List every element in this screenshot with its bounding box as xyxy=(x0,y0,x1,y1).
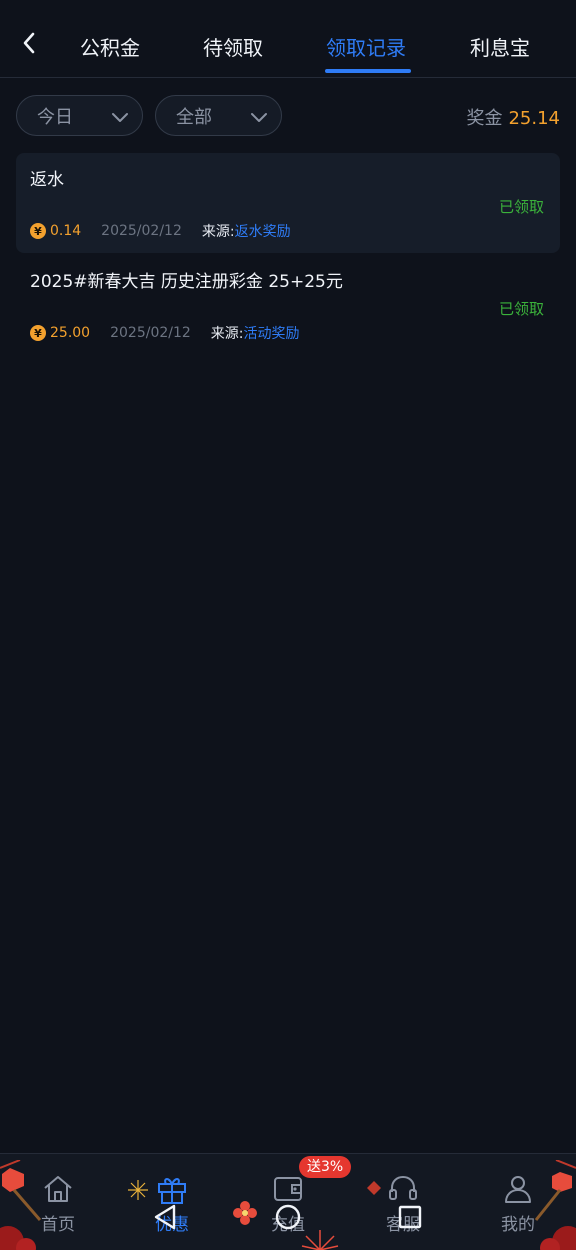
chevron-left-icon xyxy=(23,32,35,54)
back-button[interactable] xyxy=(14,28,44,58)
chevron-down-icon xyxy=(251,113,267,122)
record-item[interactable]: 2025#新春大吉 历史注册彩金 25+25元 已领取 ¥ 25.00 2025… xyxy=(16,255,560,355)
system-home-icon[interactable] xyxy=(274,1203,302,1231)
record-amount: 0.14 xyxy=(50,223,82,239)
tab-provident-fund[interactable]: 公积金 xyxy=(80,32,140,62)
system-recents-icon[interactable] xyxy=(397,1203,423,1231)
tab-pending[interactable]: 待领取 xyxy=(203,32,263,62)
top-nav-bar: 公积金 待领取 领取记录 利息宝 xyxy=(0,0,576,78)
page: 公积金 待领取 领取记录 利息宝 今日 全部 奖金 25.14 返水 已领取 ¥ … xyxy=(0,0,576,1250)
deposit-promo-badge: 送3% xyxy=(299,1156,352,1178)
record-meta: ¥ 25.00 2025/02/12 来源: 活动奖励 xyxy=(30,323,300,343)
flower-icon xyxy=(233,1201,257,1225)
record-source-label: 来源: xyxy=(210,326,244,342)
record-item[interactable]: 返水 已领取 ¥ 0.14 2025/02/12 来源: 返水奖励 xyxy=(16,153,560,253)
record-title: 返水 xyxy=(30,170,64,190)
record-date: 2025/02/12 xyxy=(110,325,191,341)
record-title: 2025#新春大吉 历史注册彩金 25+25元 xyxy=(30,272,343,292)
type-filter-value: 全部 xyxy=(176,106,212,128)
lantern-decoration-icon xyxy=(534,1160,576,1250)
coin-icon: ¥ xyxy=(30,325,46,341)
headset-icon xyxy=(389,1175,417,1200)
date-filter-value: 今日 xyxy=(37,106,73,128)
bonus-amount: 25.14 xyxy=(508,108,560,129)
record-date: 2025/02/12 xyxy=(101,223,182,239)
record-source-value: 活动奖励 xyxy=(243,326,300,342)
tab-interest[interactable]: 利息宝 xyxy=(470,32,530,62)
chevron-down-icon xyxy=(112,113,128,122)
wallet-icon xyxy=(274,1177,302,1201)
gift-icon xyxy=(158,1178,186,1204)
knot-decoration-icon xyxy=(367,1181,381,1195)
active-tab-indicator xyxy=(325,69,411,73)
record-status: 已领取 xyxy=(498,198,544,216)
bottom-nav-bar: 首页 优惠 充值 客服 我的 xyxy=(0,1153,576,1250)
type-filter-select[interactable]: 全部 xyxy=(155,95,282,136)
record-source-value: 返水奖励 xyxy=(234,224,291,240)
record-status: 已领取 xyxy=(498,300,544,318)
record-meta: ¥ 0.14 2025/02/12 来源: 返水奖励 xyxy=(30,221,291,241)
bonus-label: 奖金 xyxy=(466,108,503,129)
coin-icon: ¥ xyxy=(30,223,46,239)
record-amount: 25.00 xyxy=(50,325,91,341)
bonus-total: 奖金 25.14 xyxy=(466,104,560,130)
system-back-icon[interactable] xyxy=(152,1203,178,1231)
firework-icon xyxy=(301,1230,339,1250)
firework-icon xyxy=(128,1180,148,1200)
date-filter-select[interactable]: 今日 xyxy=(16,95,143,136)
lantern-decoration-icon xyxy=(0,1160,42,1250)
record-source-label: 来源: xyxy=(201,224,235,240)
tab-claim-records[interactable]: 领取记录 xyxy=(326,32,406,62)
